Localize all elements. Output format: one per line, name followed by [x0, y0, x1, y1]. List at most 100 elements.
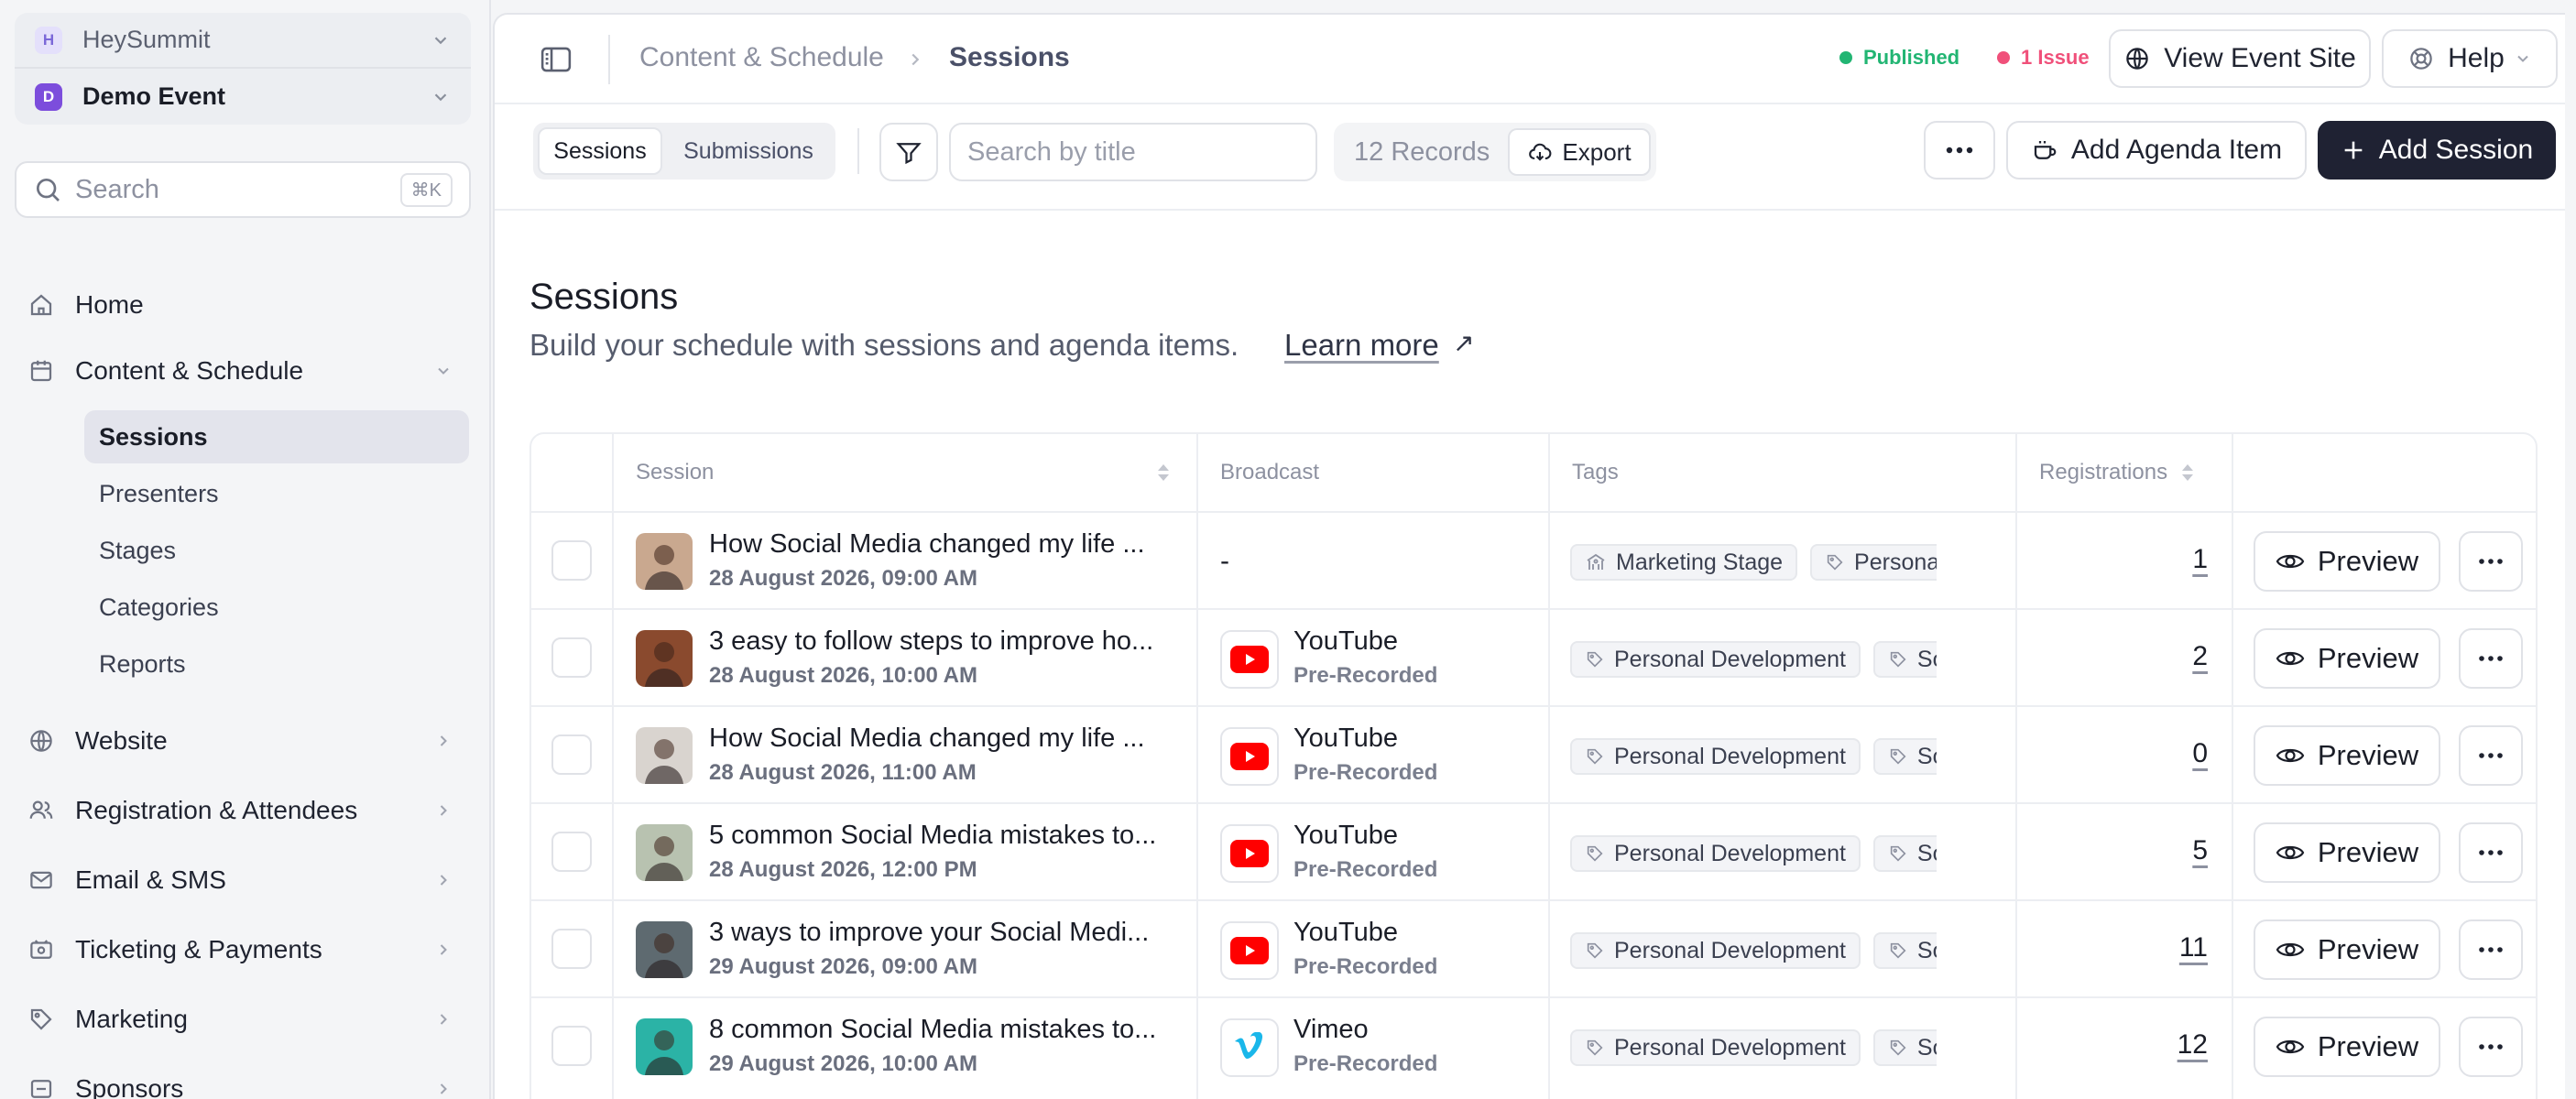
tab-submissions[interactable]: Submissions — [667, 127, 830, 175]
preview-button[interactable]: Preview — [2254, 628, 2440, 689]
presenter-avatar — [636, 1018, 693, 1075]
row-more-button[interactable] — [2459, 531, 2523, 592]
row-checkbox[interactable] — [551, 734, 592, 775]
table-row[interactable]: 3 easy to follow steps to improve ho... … — [531, 610, 2536, 707]
broadcast-name: YouTube — [1293, 626, 1398, 656]
session-title[interactable]: 8 common Social Media mistakes to... — [709, 1015, 1176, 1045]
sidebar-item-stages[interactable]: Stages — [84, 524, 469, 577]
nav-ticketing-payments[interactable]: Ticketing & Payments — [27, 927, 458, 973]
row-checkbox[interactable] — [551, 540, 592, 581]
view-event-site-button[interactable]: View Event Site — [2109, 29, 2371, 88]
registrations-count[interactable]: 0 — [2089, 738, 2208, 769]
youtube-icon — [1220, 727, 1279, 786]
more-horizontal-icon — [2479, 559, 2503, 564]
nav-sponsors[interactable]: Sponsors — [27, 1066, 458, 1099]
youtube-icon — [1220, 824, 1279, 883]
preview-button[interactable]: Preview — [2254, 919, 2440, 980]
preview-button[interactable]: Preview — [2254, 725, 2440, 786]
breadcrumb-sessions: Sessions — [949, 42, 1070, 72]
session-title[interactable]: 5 common Social Media mistakes to... — [709, 821, 1176, 851]
table-row[interactable]: How Social Media changed my life ... 28 … — [531, 513, 2536, 610]
preview-label: Preview — [2317, 545, 2419, 577]
row-checkbox[interactable] — [551, 1026, 592, 1066]
registrations-count[interactable]: 5 — [2089, 835, 2208, 866]
registrations-count[interactable]: 11 — [2089, 932, 2208, 963]
export-button[interactable]: Export — [1508, 128, 1651, 176]
tags-cell: Personal Development Social Media — [1570, 1029, 1937, 1070]
session-title[interactable]: 3 ways to improve your Social Medi... — [709, 918, 1176, 948]
add-agenda-item-button[interactable]: Add Agenda Item — [2006, 121, 2307, 180]
nav-marketing[interactable]: Marketing — [27, 996, 458, 1042]
org-name: HeySummit — [82, 26, 211, 53]
sidebar-search[interactable]: Search ⌘K — [15, 161, 471, 218]
nav-content-schedule[interactable]: Content & Schedule — [27, 348, 458, 394]
tab-sessions[interactable]: Sessions — [538, 127, 662, 175]
filter-icon — [896, 143, 922, 165]
row-more-button[interactable] — [2459, 919, 2523, 980]
registrations-count[interactable]: 12 — [2089, 1029, 2208, 1061]
nav-email-sms[interactable]: Email & SMS — [27, 857, 458, 903]
row-checkbox[interactable] — [551, 929, 592, 969]
help-button[interactable]: Help — [2382, 29, 2558, 88]
tag-chip: Social Media — [1872, 1029, 1937, 1066]
registrations-count[interactable]: 2 — [2089, 641, 2208, 672]
add-session-label: Add Session — [2378, 135, 2534, 165]
broadcast-type: Pre-Recorded — [1293, 1051, 1438, 1076]
sidebar-search-placeholder: Search — [75, 174, 159, 204]
tag-chip: Social Media — [1872, 835, 1937, 872]
sidebar-item-presenters[interactable]: Presenters — [84, 467, 469, 520]
session-title[interactable]: How Social Media changed my life ... — [709, 529, 1176, 560]
page-subtitle: Build your schedule with sessions and ag… — [529, 328, 1239, 362]
registrations-count[interactable]: 1 — [2089, 544, 2208, 575]
sidebar-item-reports[interactable]: Reports — [84, 637, 469, 691]
preview-button[interactable]: Preview — [2254, 822, 2440, 883]
nav-home[interactable]: Home — [27, 282, 458, 328]
records-count: 12 Records — [1354, 137, 1490, 167]
event-selector[interactable]: D Demo Event — [15, 69, 471, 125]
session-title[interactable]: How Social Media changed my life ... — [709, 724, 1176, 754]
session-date: 28 August 2026, 10:00 AM — [709, 663, 978, 688]
table-row[interactable]: How Social Media changed my life ... 28 … — [531, 707, 2536, 804]
more-options-button[interactable] — [1924, 121, 1995, 180]
column-header-registrations[interactable]: Registrations — [2017, 434, 2232, 511]
session-date: 29 August 2026, 10:00 AM — [709, 1051, 978, 1076]
nav-website[interactable]: Website — [27, 718, 458, 764]
broadcast-name: YouTube — [1293, 821, 1398, 850]
preview-button[interactable]: Preview — [2254, 1017, 2440, 1077]
tag-label: Personal Development — [1614, 1034, 1846, 1061]
event-badge: D — [35, 82, 62, 111]
filter-button[interactable] — [879, 123, 938, 181]
tag-label: Personal Development — [1614, 646, 1846, 672]
session-title[interactable]: 3 easy to follow steps to improve ho... — [709, 626, 1176, 657]
chevron-right-icon — [440, 875, 447, 886]
learn-more-link[interactable]: Learn more — [1284, 328, 1439, 363]
tag-icon — [27, 1006, 60, 1033]
more-horizontal-icon — [1946, 147, 1973, 154]
sidebar-item-sessions[interactable]: Sessions — [84, 410, 469, 463]
youtube-icon — [1220, 921, 1279, 980]
row-checkbox[interactable] — [551, 637, 592, 678]
column-header-session[interactable]: Session — [614, 434, 1196, 511]
row-more-button[interactable] — [2459, 822, 2523, 883]
search-input[interactable] — [949, 123, 1317, 181]
status-issue[interactable]: 1 Issue — [1997, 46, 2090, 70]
row-more-button[interactable] — [2459, 628, 2523, 689]
table-row[interactable]: 3 ways to improve your Social Medi... 29… — [531, 901, 2536, 998]
preview-button[interactable]: Preview — [2254, 531, 2440, 592]
breadcrumb-content-schedule[interactable]: Content & Schedule — [639, 42, 884, 73]
row-more-button[interactable] — [2459, 1017, 2523, 1077]
sidebar-item-categories[interactable]: Categories — [84, 581, 469, 634]
row-more-button[interactable] — [2459, 725, 2523, 786]
nav-registration-attendees[interactable]: Registration & Attendees — [27, 788, 458, 833]
table-row[interactable]: 8 common Social Media mistakes to... 29 … — [531, 998, 2536, 1095]
org-selector[interactable]: H HeySummit — [15, 13, 471, 69]
add-session-button[interactable]: Add Session — [2318, 121, 2556, 180]
search-shortcut: ⌘K — [399, 172, 453, 207]
table-row[interactable]: 5 common Social Media mistakes to... 28 … — [531, 804, 2536, 901]
presenter-avatar — [636, 921, 693, 978]
main-panel: Content & Schedule Sessions Published 1 … — [493, 13, 2565, 1099]
sidebar-toggle-icon[interactable] — [540, 46, 572, 73]
row-checkbox[interactable] — [551, 832, 592, 872]
broadcast-type: Pre-Recorded — [1293, 857, 1438, 882]
external-link-icon: ↗ — [1453, 329, 1475, 357]
